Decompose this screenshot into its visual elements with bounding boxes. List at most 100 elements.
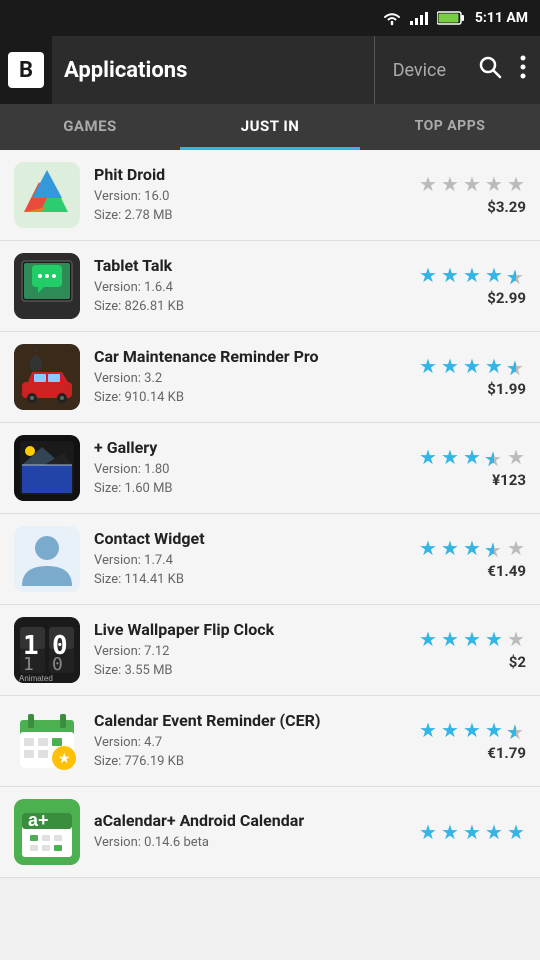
- app-version: Version: 1.7.4: [94, 551, 404, 571]
- app-info: Calendar Event Reminder (CER) Version: 4…: [94, 711, 404, 772]
- app-info: aCalendar+ Android Calendar Version: 0.1…: [94, 811, 404, 853]
- app-size: Size: 776.19 KB: [94, 752, 404, 772]
- app-version: Version: 0.14.6 beta: [94, 833, 404, 853]
- app-name: Live Wallpaper Flip Clock: [94, 620, 404, 639]
- app-icon: [14, 162, 80, 228]
- star-icon: ★: [462, 629, 482, 649]
- star-icon: ★: [462, 356, 482, 376]
- star-icon: ★: [462, 447, 482, 467]
- app-info: Car Maintenance Reminder Pro Version: 3.…: [94, 347, 404, 408]
- app-size: Size: 826.81 KB: [94, 297, 404, 317]
- list-item[interactable]: Tablet Talk Version: 1.6.4 Size: 826.81 …: [0, 241, 540, 332]
- star-icon: ★: [440, 447, 460, 467]
- star-icon: ★: [440, 356, 460, 376]
- star-rating: ★★★★★: [418, 629, 526, 649]
- star-icon: ★: [418, 265, 438, 285]
- svg-text:clock: clock: [21, 682, 40, 683]
- star-icon: ★: [418, 447, 438, 467]
- app-info: Live Wallpaper Flip Clock Version: 7.12 …: [94, 620, 404, 681]
- app-name: + Gallery: [94, 438, 404, 457]
- star-icon: ★: [484, 356, 504, 376]
- star-rating: ★★★★ ★ ★: [418, 720, 526, 740]
- app-rating: ★★★ ★ ★ ★ ¥123: [418, 447, 526, 489]
- svg-text:a+: a+: [28, 810, 49, 830]
- list-item[interactable]: + Gallery Version: 1.80 Size: 1.60 MB ★★…: [0, 423, 540, 514]
- app-icon: [14, 253, 80, 319]
- app-rating: ★★★★ ★ ★ $2.99: [418, 265, 526, 307]
- nav-device-button[interactable]: Device: [374, 36, 464, 104]
- app-version: Version: 1.6.4: [94, 278, 404, 298]
- star-icon: ★: [418, 822, 438, 842]
- svg-text:★: ★: [58, 750, 71, 766]
- nav-logo: B: [0, 36, 52, 104]
- star-half-icon: ★ ★: [484, 447, 504, 467]
- logo-box: B: [8, 52, 44, 88]
- app-icon: a+: [14, 799, 80, 865]
- app-name: Car Maintenance Reminder Pro: [94, 347, 404, 366]
- app-price: $3.29: [487, 198, 526, 216]
- app-name: aCalendar+ Android Calendar: [94, 811, 404, 830]
- search-icon[interactable]: [478, 55, 502, 85]
- star-icon: ★: [462, 265, 482, 285]
- star-icon: ★: [440, 538, 460, 558]
- tab-top-apps[interactable]: TOP APPS: [360, 104, 540, 150]
- wifi-icon: [381, 10, 403, 26]
- list-item[interactable]: 1 0 1 0 Animated clock Live Wallpaper Fl…: [0, 605, 540, 696]
- svg-text:0: 0: [52, 654, 63, 675]
- star-rating: ★★★★ ★ ★: [418, 356, 526, 376]
- svg-text:1: 1: [23, 654, 34, 675]
- star-rating: ★★★ ★ ★ ★: [418, 538, 526, 558]
- app-version: Version: 7.12: [94, 642, 404, 662]
- app-version: Version: 1.80: [94, 460, 404, 480]
- list-item[interactable]: a+ aCalendar+ Android Calendar Version: …: [0, 787, 540, 878]
- app-version: Version: 16.0: [94, 187, 404, 207]
- app-name: Contact Widget: [94, 529, 404, 548]
- star-icon: ★: [462, 720, 482, 740]
- star-icon: ★: [440, 629, 460, 649]
- star-empty-icon: ★: [462, 174, 482, 194]
- app-size: Size: 1.60 MB: [94, 479, 404, 499]
- app-rating: ★★★★★ $3.29: [418, 174, 526, 216]
- app-icon: [14, 344, 80, 410]
- star-icon: ★: [440, 822, 460, 842]
- nav-title: Applications: [52, 58, 374, 83]
- app-rating: ★★★★★ $2: [418, 629, 526, 671]
- status-bar: 5:11 AM: [0, 0, 540, 36]
- app-price: $1.99: [487, 380, 526, 398]
- list-item[interactable]: Phit Droid Version: 16.0 Size: 2.78 MB ★…: [0, 150, 540, 241]
- battery-icon: [437, 11, 465, 25]
- star-rating: ★★★★ ★ ★: [418, 265, 526, 285]
- star-icon: ★: [440, 720, 460, 740]
- app-rating: ★★★★ ★ ★ $1.99: [418, 356, 526, 398]
- tab-bar: GAMES JUST IN TOP APPS: [0, 104, 540, 150]
- star-empty-icon: ★: [506, 629, 526, 649]
- star-icon: ★: [484, 265, 504, 285]
- star-icon: ★: [418, 538, 438, 558]
- tab-just-in[interactable]: JUST IN: [180, 104, 360, 150]
- app-size: Size: 114.41 KB: [94, 570, 404, 590]
- app-size: Size: 910.14 KB: [94, 388, 404, 408]
- top-nav: B Applications Device: [0, 36, 540, 104]
- star-icon: ★: [418, 629, 438, 649]
- list-item[interactable]: Contact Widget Version: 1.7.4 Size: 114.…: [0, 514, 540, 605]
- star-icon: ★: [418, 720, 438, 740]
- tab-games[interactable]: GAMES: [0, 104, 180, 150]
- app-size: Size: 3.55 MB: [94, 661, 404, 681]
- app-rating: ★★★★★: [418, 822, 526, 842]
- app-info: + Gallery Version: 1.80 Size: 1.60 MB: [94, 438, 404, 499]
- app-price: $2.99: [487, 289, 526, 307]
- signal-icon: [409, 10, 431, 26]
- app-info: Tablet Talk Version: 1.6.4 Size: 826.81 …: [94, 256, 404, 317]
- list-item[interactable]: ★ Calendar Event Reminder (CER) Version:…: [0, 696, 540, 787]
- star-icon: ★: [462, 822, 482, 842]
- star-empty-icon: ★: [440, 174, 460, 194]
- star-icon: ★: [462, 538, 482, 558]
- star-empty-icon: ★: [418, 174, 438, 194]
- app-name: Phit Droid: [94, 165, 404, 184]
- app-list: Phit Droid Version: 16.0 Size: 2.78 MB ★…: [0, 150, 540, 960]
- more-options-icon[interactable]: [520, 55, 526, 85]
- star-icon: ★: [506, 822, 526, 842]
- app-name: Tablet Talk: [94, 256, 404, 275]
- nav-action-icons: [464, 55, 540, 85]
- list-item[interactable]: Car Maintenance Reminder Pro Version: 3.…: [0, 332, 540, 423]
